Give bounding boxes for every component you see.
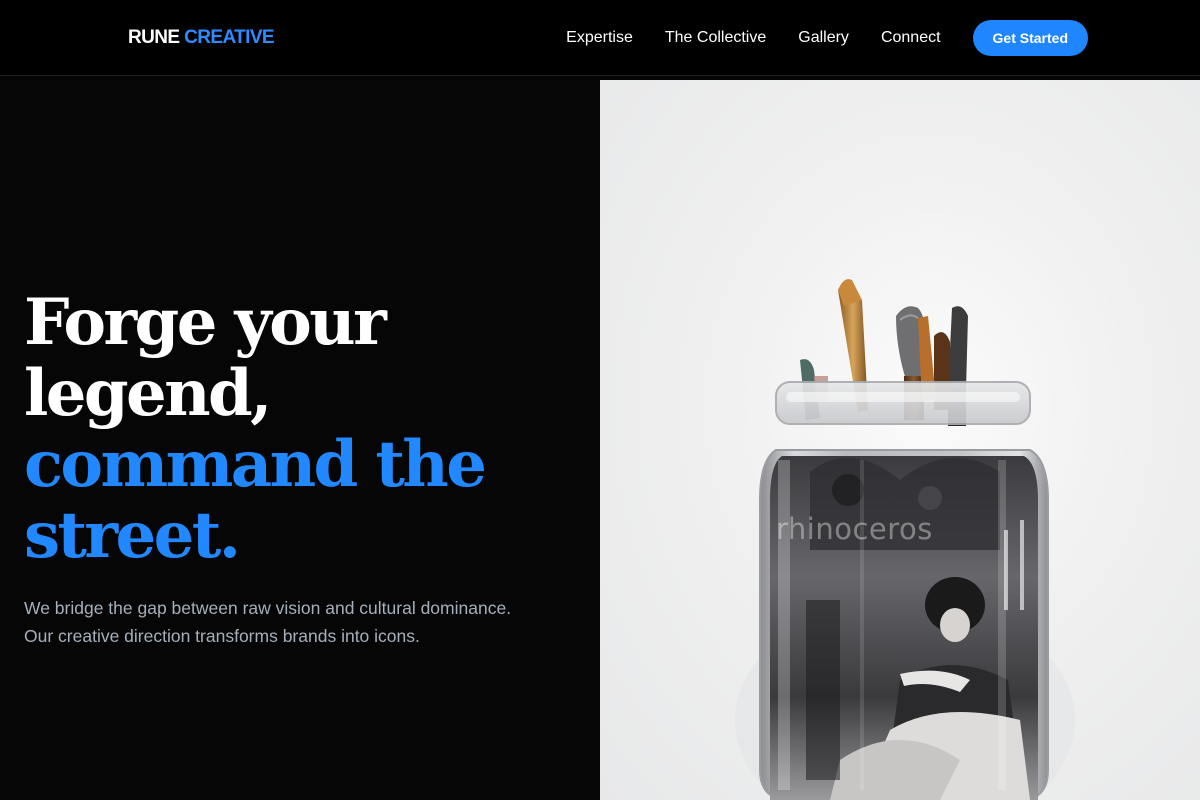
get-started-button[interactable]: Get Started (972, 20, 1088, 56)
headline-line-1: Forge your (24, 285, 387, 360)
nav-link-gallery[interactable]: Gallery (798, 28, 849, 48)
hero-text-panel: Forge your legend, command the street. W… (0, 77, 600, 800)
jar-of-paintbrushes-illustration (735, 279, 1075, 800)
hero-headline: Forge your legend, command the street. (24, 285, 487, 573)
brand-accent: CREATIVE (184, 27, 274, 48)
hero-description: We bridge the gap between raw vision and… (24, 598, 512, 646)
headline-accent-line-2: street. (24, 498, 241, 573)
nav-link-connect[interactable]: Connect (881, 28, 941, 48)
glass-jar (759, 381, 1049, 800)
hero-image: rhinoceros (600, 80, 1200, 800)
image-watermark: rhinoceros (776, 512, 933, 546)
nav-link-the-collective[interactable]: The Collective (665, 28, 766, 48)
site-header: RUNE CREATIVE Expertise The Collective G… (0, 0, 1200, 76)
headline-line-2: legend, (24, 356, 272, 431)
main-nav: Expertise The Collective Gallery Connect… (566, 20, 1088, 56)
headline-accent-line-1: command the (24, 427, 487, 502)
brand-logo[interactable]: RUNE CREATIVE (128, 26, 275, 50)
nav-link-expertise[interactable]: Expertise (566, 28, 633, 48)
brand-name: RUNE (128, 27, 180, 48)
